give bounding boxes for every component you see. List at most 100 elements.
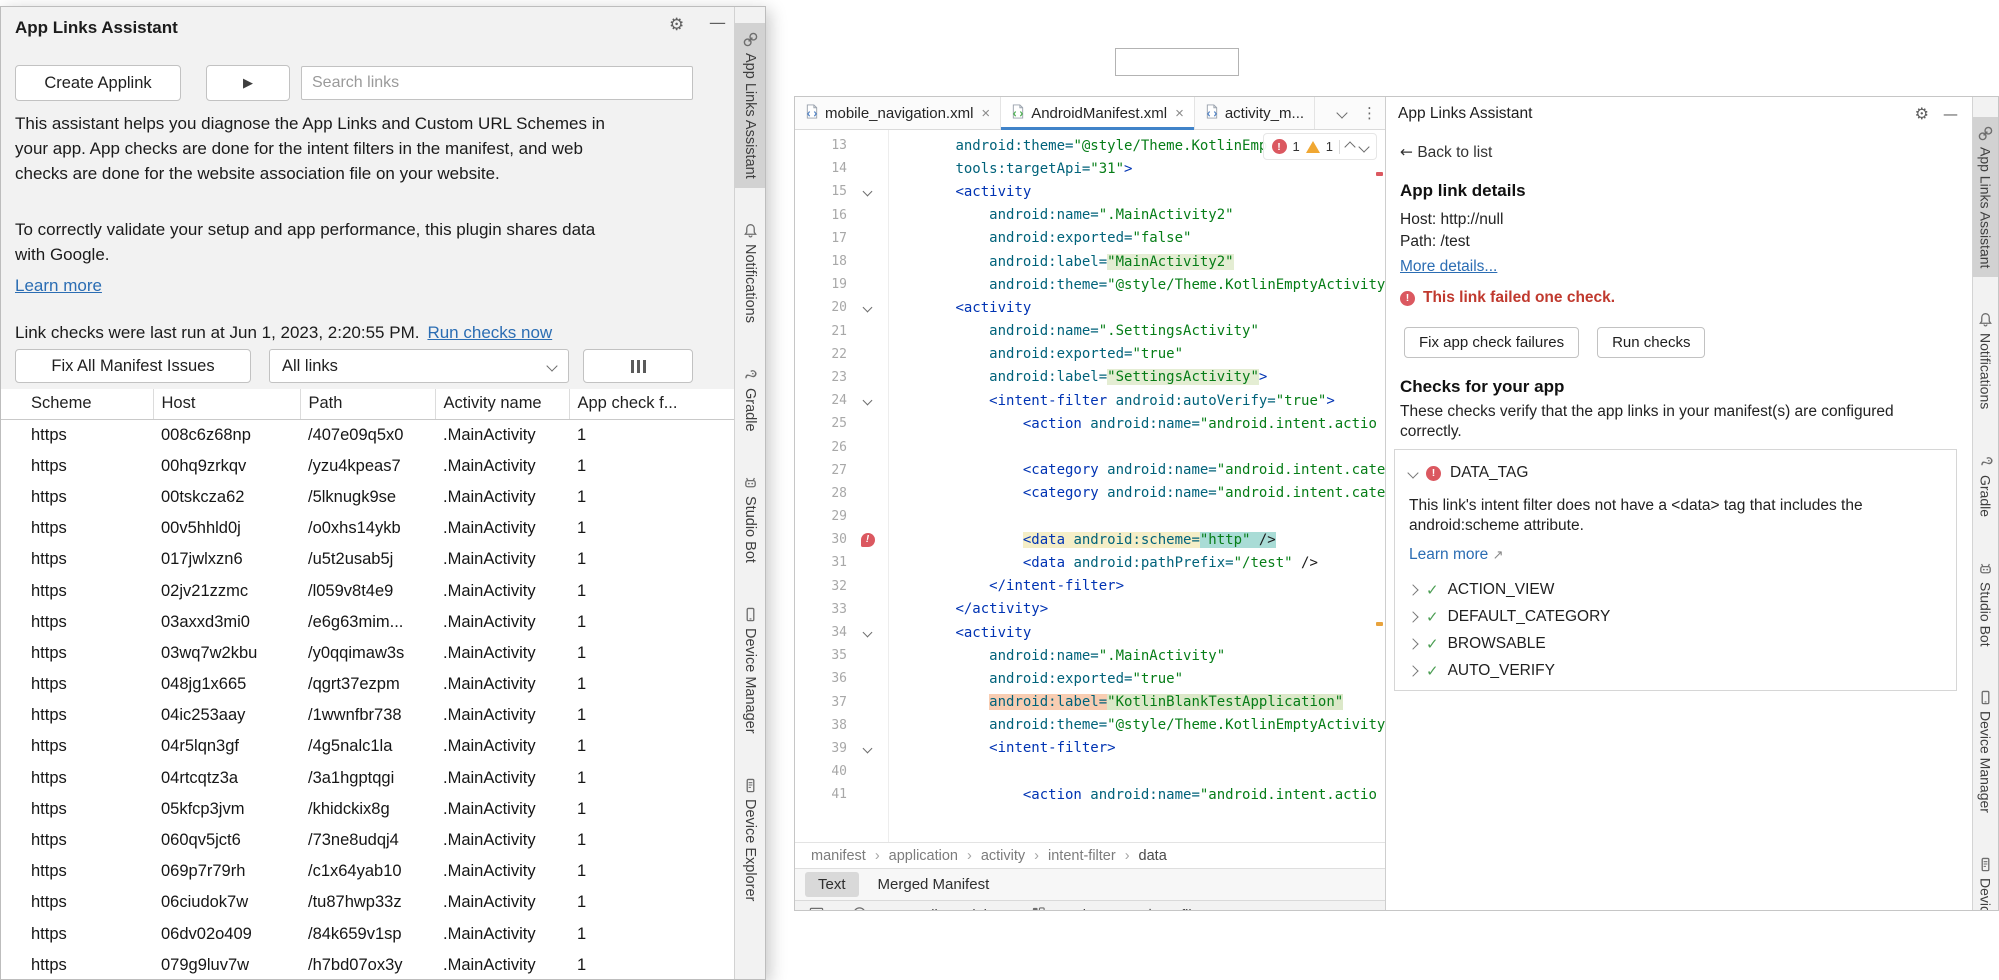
table-cell[interactable]: 079g9luv7w bbox=[153, 950, 300, 979]
fold-icon[interactable] bbox=[863, 396, 873, 406]
table-row[interactable]: https060qv5jct6/73ne8udqj4.MainActivity1 bbox=[1, 825, 734, 856]
column-header-path[interactable]: Path bbox=[300, 389, 435, 419]
back-to-list-link[interactable]: ← Back to list bbox=[1400, 143, 1492, 162]
check-item-default-category[interactable]: ✓DEFAULT_CATEGORY bbox=[1409, 603, 1942, 630]
table-row[interactable]: https06ciudok7w/tu87hwp33z.MainActivity1 bbox=[1, 887, 734, 918]
create-applink-button[interactable]: Create Applink bbox=[15, 65, 181, 101]
table-cell[interactable]: 1 bbox=[569, 669, 734, 700]
table-cell[interactable]: .MainActivity bbox=[435, 482, 569, 513]
table-cell[interactable]: .MainActivity bbox=[435, 887, 569, 918]
code-line[interactable]: 21 android:name=".SettingsActivity" bbox=[795, 320, 1385, 343]
breadcrumb-activity[interactable]: activity bbox=[981, 848, 1025, 864]
editor-tab-androidmanifest-xml[interactable]: AndroidManifest.xml× bbox=[1001, 97, 1195, 129]
table-cell[interactable]: .MainActivity bbox=[435, 919, 569, 950]
table-cell[interactable]: https bbox=[1, 575, 153, 606]
table-cell[interactable]: /y0qqimaw3s bbox=[300, 638, 435, 669]
table-cell[interactable]: https bbox=[1, 513, 153, 544]
code-line[interactable]: 37 android:label="KotlinBlankTestApplica… bbox=[795, 691, 1385, 714]
table-cell[interactable]: 1 bbox=[569, 544, 734, 575]
code-line[interactable]: 16 android:name=".MainActivity2" bbox=[795, 204, 1385, 227]
table-cell[interactable]: /407e09q5x0 bbox=[300, 419, 435, 451]
code-line[interactable]: 36 android:exported="true" bbox=[795, 667, 1385, 690]
gutter-error-icon[interactable]: ! bbox=[861, 533, 875, 547]
table-cell[interactable]: 1 bbox=[569, 607, 734, 638]
table-cell[interactable]: /h7bd07ox3y bbox=[300, 950, 435, 979]
table-cell[interactable]: /84k659v1sp bbox=[300, 919, 435, 950]
table-row[interactable]: https00hq9zrkqv/yzu4kpeas7.MainActivity1 bbox=[1, 451, 734, 482]
table-cell[interactable]: 1 bbox=[569, 513, 734, 544]
hidden-tabs-chevron-icon[interactable] bbox=[1330, 97, 1354, 129]
table-row[interactable]: https05kfcp3jvm/khidckix8g.MainActivity1 bbox=[1, 794, 734, 825]
table-cell[interactable]: 1 bbox=[569, 575, 734, 606]
search-links-input[interactable] bbox=[301, 66, 693, 100]
code-line[interactable]: 14 tools:targetApi="31"> bbox=[795, 157, 1385, 180]
bottom-tab-text[interactable]: Text bbox=[805, 872, 859, 897]
table-cell[interactable]: /4g5nalc1la bbox=[300, 731, 435, 762]
code-line[interactable]: 20 <activity bbox=[795, 296, 1385, 319]
tool-button-profiler[interactable]: Profiler bbox=[1137, 906, 1205, 911]
tool-button-services[interactable]: Services bbox=[1031, 906, 1109, 911]
table-cell[interactable]: 02jv21zzmc bbox=[153, 575, 300, 606]
column-header-activity-name[interactable]: Activity name bbox=[435, 389, 569, 419]
minimize-icon[interactable]: — bbox=[709, 13, 726, 33]
table-cell[interactable]: /73ne8udqj4 bbox=[300, 825, 435, 856]
run-checks-button[interactable]: Run checks bbox=[1597, 327, 1705, 358]
code-line[interactable]: 32 </intent-filter> bbox=[795, 575, 1385, 598]
table-row[interactable]: https04ic253aay/1wwnfbr738.MainActivity1 bbox=[1, 700, 734, 731]
breadcrumb-data[interactable]: data bbox=[1139, 848, 1167, 864]
column-header-scheme[interactable]: Scheme bbox=[1, 389, 153, 419]
code-line[interactable]: 23 android:label="SettingsActivity"> bbox=[795, 366, 1385, 389]
table-row[interactable]: https00tskcza62/5lknugk9se.MainActivity1 bbox=[1, 482, 734, 513]
breadcrumb-manifest[interactable]: manifest bbox=[811, 848, 866, 864]
table-cell[interactable]: .MainActivity bbox=[435, 451, 569, 482]
code-line[interactable]: 40 bbox=[795, 760, 1385, 783]
tool-tab-gradle[interactable]: Gradle bbox=[1973, 445, 1998, 526]
tool-tab-notifications[interactable]: Notifications bbox=[735, 214, 765, 332]
tool-tab-studio-bot[interactable]: Studio Bot bbox=[735, 466, 765, 572]
inspection-widget[interactable]: ! 1 1 bbox=[1263, 133, 1377, 160]
more-details-link[interactable]: More details... bbox=[1400, 258, 1497, 276]
table-cell[interactable]: https bbox=[1, 669, 153, 700]
code-editor[interactable]: 13 android:theme="@style/Theme.KotlinEmp… bbox=[795, 130, 1385, 842]
table-cell[interactable]: https bbox=[1, 763, 153, 794]
code-line[interactable]: 30! <data android:scheme="http" /> bbox=[795, 528, 1385, 551]
error-stripe-mark-red[interactable] bbox=[1376, 172, 1383, 176]
close-tab-icon[interactable]: × bbox=[981, 105, 990, 122]
table-cell[interactable]: 00v5hhld0j bbox=[153, 513, 300, 544]
table-cell[interactable]: https bbox=[1, 419, 153, 451]
table-cell[interactable]: /3a1hgptqgi bbox=[300, 763, 435, 794]
table-cell[interactable]: /qgrt37ezpm bbox=[300, 669, 435, 700]
table-cell[interactable]: https bbox=[1, 482, 153, 513]
table-cell[interactable]: /l059v8t4e9 bbox=[300, 575, 435, 606]
table-cell[interactable]: 06ciudok7w bbox=[153, 887, 300, 918]
table-cell[interactable]: 04r5lqn3gf bbox=[153, 731, 300, 762]
table-cell[interactable]: 04ic253aay bbox=[153, 700, 300, 731]
table-row[interactable]: https079g9luv7w/h7bd07ox3y.MainActivity1 bbox=[1, 950, 734, 979]
table-row[interactable]: https03wq7w2kbu/y0qqimaw3s.MainActivity1 bbox=[1, 638, 734, 669]
table-cell[interactable]: 1 bbox=[569, 825, 734, 856]
learn-more-link[interactable]: Learn more bbox=[15, 276, 102, 296]
run-link-checks-button[interactable]: ▶ bbox=[206, 65, 290, 101]
table-cell[interactable]: .MainActivity bbox=[435, 575, 569, 606]
table-row[interactable]: https03axxd3mi0/e6g63mim....MainActivity… bbox=[1, 607, 734, 638]
table-cell[interactable]: /1wwnfbr738 bbox=[300, 700, 435, 731]
tool-tab-notifications[interactable]: Notifications bbox=[1973, 303, 1998, 418]
table-cell[interactable]: 1 bbox=[569, 887, 734, 918]
code-line[interactable]: 26 bbox=[795, 435, 1385, 458]
tool-tab-app-links-assistant[interactable]: App Links Assistant bbox=[1973, 117, 1998, 277]
table-cell[interactable]: 017jwlxzn6 bbox=[153, 544, 300, 575]
table-cell[interactable]: 00hq9zrkqv bbox=[153, 451, 300, 482]
table-cell[interactable]: 00tskcza62 bbox=[153, 482, 300, 513]
fix-all-manifest-issues-button[interactable]: Fix All Manifest Issues bbox=[15, 349, 251, 383]
code-line[interactable]: 18 android:label="MainActivity2" bbox=[795, 250, 1385, 273]
close-tab-icon[interactable]: × bbox=[1175, 105, 1184, 122]
code-line[interactable]: 25 <action android:name="android.intent.… bbox=[795, 412, 1385, 435]
column-header-app-check-f[interactable]: App check f... bbox=[569, 389, 734, 419]
table-cell[interactable]: 1 bbox=[569, 763, 734, 794]
breadcrumb-application[interactable]: application bbox=[889, 848, 958, 864]
editor-tab-mobile-navigation-xml[interactable]: mobile_navigation.xml× bbox=[795, 97, 1001, 129]
fold-icon[interactable] bbox=[863, 187, 873, 197]
code-line[interactable]: 31 <data android:pathPrefix="/test" /> bbox=[795, 551, 1385, 574]
table-cell[interactable]: 03axxd3mi0 bbox=[153, 607, 300, 638]
code-line[interactable]: 15 <activity bbox=[795, 180, 1385, 203]
